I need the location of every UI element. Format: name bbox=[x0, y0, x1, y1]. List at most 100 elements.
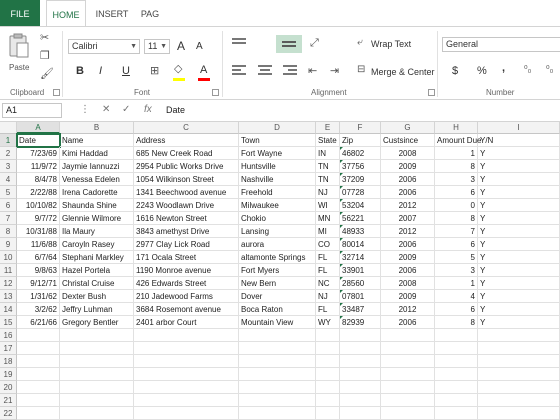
decrease-indent-icon[interactable]: ⇤ bbox=[308, 64, 317, 77]
cell[interactable]: 2012 bbox=[381, 225, 435, 238]
cell[interactable] bbox=[435, 394, 478, 407]
cell[interactable]: 2009 bbox=[381, 251, 435, 264]
cell[interactable]: 37209 bbox=[340, 173, 381, 186]
tab-page-layout[interactable]: PAG bbox=[140, 0, 160, 26]
cell[interactable]: TN bbox=[316, 173, 340, 186]
cell[interactable]: Ila Maury bbox=[60, 225, 134, 238]
cell[interactable]: MN bbox=[316, 212, 340, 225]
cell[interactable] bbox=[381, 355, 435, 368]
cell[interactable] bbox=[381, 381, 435, 394]
cell[interactable]: Boca Raton bbox=[239, 303, 316, 316]
cell[interactable] bbox=[381, 368, 435, 381]
cell[interactable]: CO bbox=[316, 238, 340, 251]
cell[interactable]: 3 bbox=[435, 264, 478, 277]
cell[interactable]: Huntsville bbox=[239, 160, 316, 173]
cell[interactable]: Mountain View bbox=[239, 316, 316, 329]
name-box[interactable]: A1 bbox=[2, 103, 62, 118]
cell[interactable]: 210 Jadewood Farms bbox=[134, 290, 239, 303]
cell[interactable]: 1190 Monroe avenue bbox=[134, 264, 239, 277]
font-color-button[interactable]: A bbox=[200, 62, 207, 78]
cell[interactable]: 10/31/88 bbox=[17, 225, 60, 238]
cell[interactable] bbox=[340, 407, 381, 420]
cell[interactable]: 56221 bbox=[340, 212, 381, 225]
cell[interactable]: 53204 bbox=[340, 199, 381, 212]
cell[interactable] bbox=[316, 342, 340, 355]
cell[interactable] bbox=[60, 381, 134, 394]
font-name-select[interactable]: Calibri ▼ bbox=[68, 39, 140, 54]
cell[interactable]: 2012 bbox=[381, 303, 435, 316]
cell[interactable]: 8 bbox=[435, 212, 478, 225]
column-header-c[interactable]: C bbox=[134, 122, 239, 134]
cell[interactable] bbox=[478, 355, 560, 368]
cell[interactable]: 2/22/88 bbox=[17, 186, 60, 199]
row-header[interactable]: 6 bbox=[0, 199, 17, 212]
column-header-a[interactable]: A bbox=[17, 122, 60, 134]
cell[interactable] bbox=[134, 329, 239, 342]
cell[interactable]: 685 New Creek Road bbox=[134, 147, 239, 160]
cell[interactable]: Christal Cruise bbox=[60, 277, 134, 290]
cell[interactable]: NC bbox=[316, 277, 340, 290]
cell[interactable]: 2008 bbox=[381, 147, 435, 160]
tab-insert[interactable]: INSERT bbox=[92, 0, 132, 26]
cell[interactable]: NJ bbox=[316, 186, 340, 199]
increase-decimal-icon[interactable]: ⁰₀ bbox=[524, 64, 531, 75]
cell[interactable] bbox=[134, 368, 239, 381]
cell[interactable]: MI bbox=[316, 225, 340, 238]
cell[interactable] bbox=[60, 394, 134, 407]
cell[interactable] bbox=[316, 368, 340, 381]
cell[interactable]: 33487 bbox=[340, 303, 381, 316]
cell[interactable] bbox=[478, 368, 560, 381]
cell[interactable] bbox=[381, 329, 435, 342]
row-header[interactable]: 14 bbox=[0, 303, 17, 316]
cell[interactable]: WI bbox=[316, 199, 340, 212]
column-header-h[interactable]: H bbox=[435, 122, 478, 134]
column-header-e[interactable]: E bbox=[316, 122, 340, 134]
cell[interactable] bbox=[17, 381, 60, 394]
cell[interactable]: Gregory Bentler bbox=[60, 316, 134, 329]
cell[interactable]: Amount Due bbox=[435, 134, 481, 147]
cell[interactable]: 1 bbox=[435, 277, 478, 290]
cell[interactable]: 28560 bbox=[340, 277, 381, 290]
cell[interactable]: 5 bbox=[435, 251, 478, 264]
cell[interactable]: Irena Cadorette bbox=[60, 186, 134, 199]
cell[interactable]: 0 bbox=[435, 199, 478, 212]
cell[interactable] bbox=[239, 355, 316, 368]
cell[interactable]: 6 bbox=[435, 186, 478, 199]
row-header[interactable]: 21 bbox=[0, 394, 17, 407]
cell[interactable]: 2012 bbox=[381, 199, 435, 212]
cell[interactable]: FL bbox=[316, 303, 340, 316]
cell[interactable]: 2006 bbox=[381, 238, 435, 251]
cell[interactable]: Custsince bbox=[381, 134, 435, 147]
cell[interactable]: Y bbox=[478, 303, 560, 316]
cancel-icon[interactable]: ✕ bbox=[102, 104, 110, 115]
top-align-icon[interactable] bbox=[232, 37, 246, 49]
row-header[interactable]: 5 bbox=[0, 186, 17, 199]
cell[interactable] bbox=[17, 394, 60, 407]
cell[interactable]: 3/2/62 bbox=[17, 303, 60, 316]
cell[interactable] bbox=[340, 342, 381, 355]
middle-align-icon[interactable] bbox=[276, 35, 302, 53]
cell[interactable] bbox=[316, 394, 340, 407]
cell[interactable]: 2954 Public Works Drive bbox=[134, 160, 239, 173]
align-center-icon[interactable] bbox=[258, 65, 272, 77]
cell[interactable]: 6 bbox=[435, 238, 478, 251]
cell[interactable] bbox=[435, 407, 478, 420]
row-header[interactable]: 1 bbox=[0, 134, 17, 147]
cell[interactable]: Shaunda Shine bbox=[60, 199, 134, 212]
cell[interactable] bbox=[435, 342, 478, 355]
wrap-text-icon[interactable]: ⤶ bbox=[357, 37, 363, 48]
merge-center-icon[interactable]: ⊟ bbox=[357, 64, 365, 75]
cell[interactable]: Glennie Wilmore bbox=[60, 212, 134, 225]
cell[interactable]: 37756 bbox=[340, 160, 381, 173]
cell[interactable] bbox=[340, 355, 381, 368]
number-format-select[interactable]: General bbox=[442, 37, 560, 52]
cell[interactable]: 171 Ocala Street bbox=[134, 251, 239, 264]
enter-icon[interactable]: ✓ bbox=[122, 104, 130, 115]
comma-style-button[interactable]: , bbox=[502, 60, 505, 76]
cell[interactable]: IN bbox=[316, 147, 340, 160]
cell[interactable]: 33901 bbox=[340, 264, 381, 277]
cell[interactable] bbox=[60, 329, 134, 342]
cell[interactable] bbox=[60, 407, 134, 420]
row-header[interactable]: 7 bbox=[0, 212, 17, 225]
merge-center-button[interactable]: Merge & Center bbox=[371, 64, 435, 80]
